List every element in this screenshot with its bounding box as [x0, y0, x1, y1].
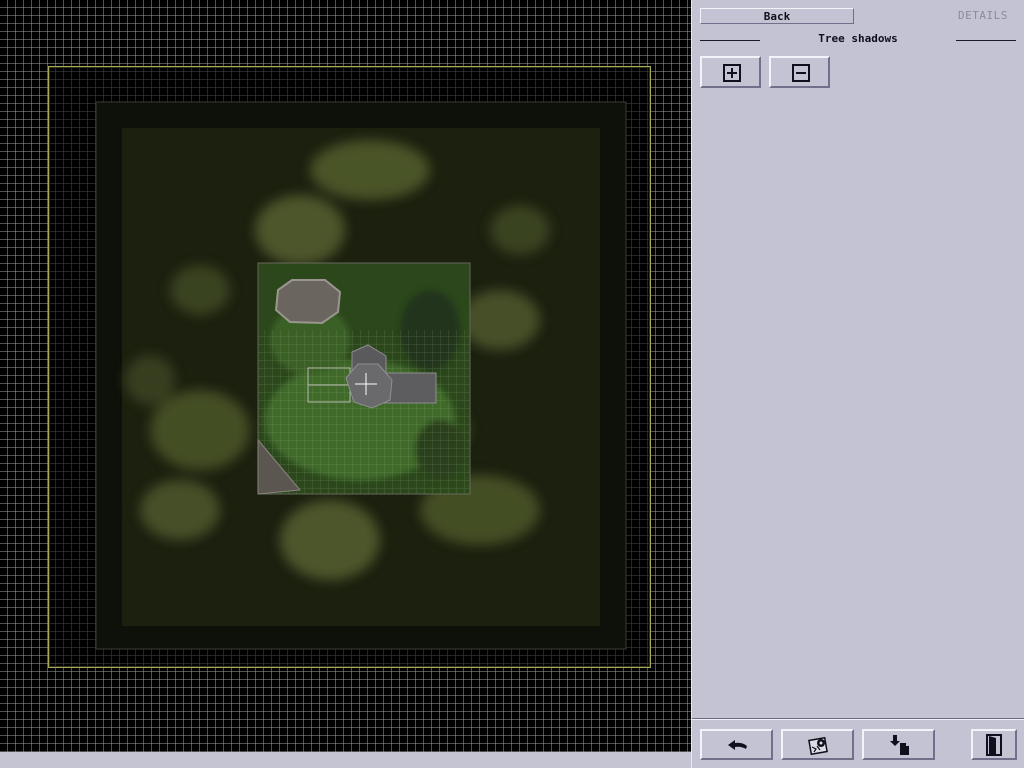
- plus-box-icon: [722, 64, 741, 82]
- section-title-text: Tree shadows: [818, 32, 898, 45]
- details-label: DETAILS: [958, 9, 1008, 22]
- remove-button[interactable]: [769, 56, 830, 88]
- exit-button[interactable]: [971, 729, 1017, 760]
- divider-right: [956, 40, 1016, 41]
- import-button[interactable]: [862, 729, 935, 760]
- exit-door-icon: [986, 733, 1002, 756]
- status-bar: [0, 752, 691, 768]
- map-settings-button[interactable]: [781, 729, 854, 760]
- minus-box-icon: [791, 64, 810, 82]
- add-button[interactable]: [700, 56, 761, 88]
- undo-button[interactable]: [700, 729, 773, 760]
- map-terrain: [95, 101, 627, 650]
- import-icon: [889, 734, 909, 755]
- map-settings-icon: [807, 736, 828, 755]
- divider-left: [700, 40, 760, 41]
- rock-top-left: [274, 279, 342, 325]
- side-panel: Back DETAILS Tree shadows: [691, 0, 1024, 768]
- back-button[interactable]: Back: [700, 8, 854, 24]
- toolbar-divider-highlight: [692, 719, 1024, 720]
- undo-arrow-icon: [727, 739, 747, 750]
- structure-block: [383, 372, 437, 404]
- section-title: Tree shadows: [692, 32, 1024, 48]
- map-viewport[interactable]: [0, 0, 691, 752]
